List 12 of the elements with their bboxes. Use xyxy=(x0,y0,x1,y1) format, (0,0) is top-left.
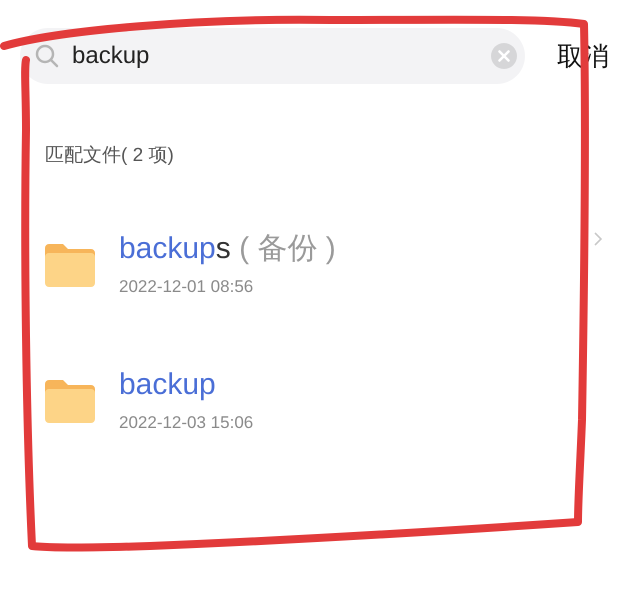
clear-icon[interactable] xyxy=(491,43,517,69)
search-field[interactable]: backup xyxy=(20,28,525,84)
search-input[interactable]: backup xyxy=(72,38,491,74)
file-name[interactable]: backup xyxy=(119,366,254,404)
folder-icon xyxy=(45,242,95,286)
section-title: 匹配文件( 2 项) xyxy=(45,144,175,168)
chevron-icon xyxy=(594,232,602,246)
search-icon xyxy=(34,43,60,69)
file-name[interactable]: backups ( 备份 ) xyxy=(119,230,336,268)
file-date: 2022-12-03 15:06 xyxy=(119,412,254,434)
folder-icon xyxy=(45,378,95,422)
file-date: 2022-12-01 08:56 xyxy=(119,276,254,298)
